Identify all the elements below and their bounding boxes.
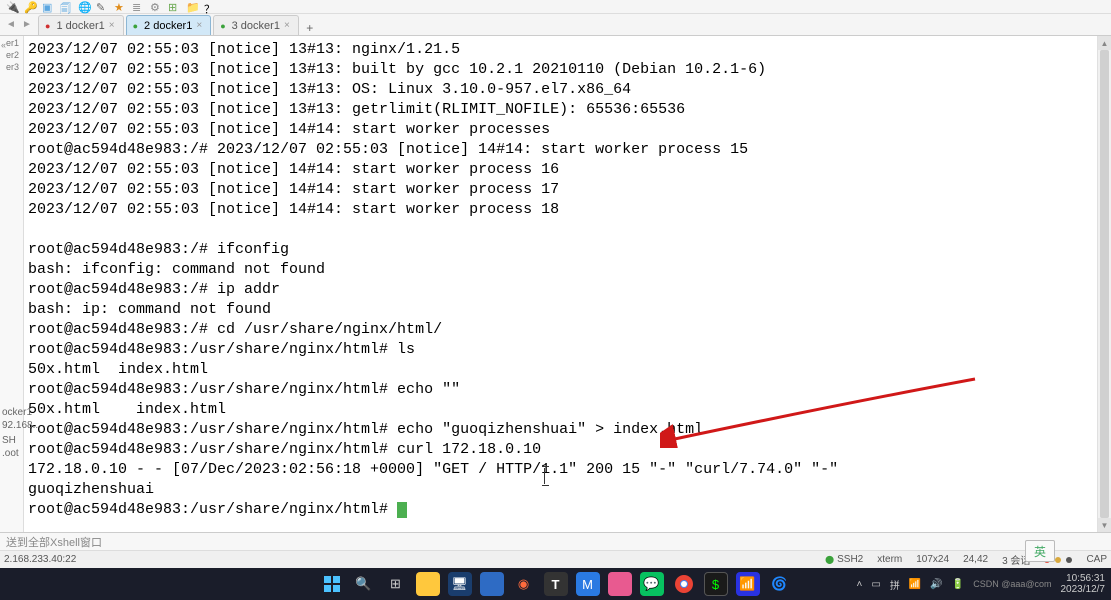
network-icon[interactable]: ⊞	[168, 1, 180, 13]
tab-docker1-1[interactable]: 1 docker1 ×	[38, 15, 124, 35]
session-list-crop: ocker1 92.168... SH .oot	[0, 406, 42, 460]
app-pink-icon[interactable]	[608, 572, 632, 596]
status-pos: 24,42	[963, 554, 988, 565]
start-button[interactable]	[320, 572, 344, 596]
tray-sound-icon[interactable]: 🔊	[930, 579, 942, 590]
key-icon[interactable]: 🔑	[24, 1, 36, 13]
terminal-area[interactable]: 2023/12/07 02:55:03 [notice] 13#13: ngin…	[24, 36, 1111, 532]
copy-icon[interactable]: 🗐	[60, 1, 72, 13]
explorer-icon[interactable]	[416, 572, 440, 596]
terminal-output[interactable]: 2023/12/07 02:55:03 [notice] 13#13: ngin…	[24, 36, 1111, 532]
session-icon[interactable]: ▣	[42, 1, 54, 13]
settings-icon[interactable]: ⚙	[150, 1, 162, 13]
scroll-down-icon[interactable]: ▼	[1098, 518, 1111, 532]
tab-docker1-2[interactable]: 2 docker1 ×	[126, 15, 212, 35]
broadcast-hint: 送到全部Xshell窗口	[6, 534, 102, 550]
watermark: CSDN @aaa@com	[973, 579, 1051, 589]
tab-label: 2 docker1	[144, 20, 192, 32]
help-icon[interactable]: ？	[204, 1, 216, 13]
tab-docker1-3[interactable]: 3 docker1 ×	[213, 15, 299, 35]
scrollbar-thumb[interactable]	[1100, 50, 1109, 518]
tray-battery-icon[interactable]: ▭	[871, 579, 880, 590]
terminal-cursor	[397, 502, 407, 518]
system-tray: ˄ ▭ 拼 📶 🔊 🔋 CSDN @aaa@com 10:56:31 2023/…	[857, 573, 1105, 595]
typora-icon[interactable]: T	[544, 572, 568, 596]
nav-fwd-icon[interactable]: ►	[20, 17, 34, 31]
vmware-icon[interactable]: 🖥	[448, 572, 472, 596]
baidu-icon[interactable]: 📶	[736, 572, 760, 596]
db-icon[interactable]: ≣	[132, 1, 144, 13]
status-size: 107x24	[916, 554, 949, 565]
nav-back-icon[interactable]: ◄	[4, 17, 18, 31]
command-broadcast-bar[interactable]: 送到全部Xshell窗口	[0, 532, 1111, 550]
star-icon[interactable]: ★	[114, 1, 126, 13]
vbox-icon[interactable]	[480, 572, 504, 596]
side-expand-icon[interactable]: «	[0, 38, 23, 52]
tray-wifi-icon[interactable]: 📶	[909, 579, 921, 590]
wechat-icon[interactable]: 💬	[640, 572, 664, 596]
markdown-icon[interactable]: M	[576, 572, 600, 596]
taskview-icon[interactable]: ⊞	[384, 572, 408, 596]
status-cap: CAP	[1086, 554, 1107, 565]
tray-lang-icon[interactable]: 拼	[890, 577, 900, 592]
status-term: xterm	[877, 554, 902, 565]
edit-icon[interactable]: ✎	[96, 1, 108, 13]
close-icon[interactable]: ×	[284, 20, 290, 31]
globe-icon[interactable]: 🌐	[78, 1, 90, 13]
status-bar: 2.168.233.40:22 SSH2 xterm 107x24 24,42 …	[0, 550, 1111, 568]
scroll-up-icon[interactable]: ▲	[1098, 36, 1111, 50]
status-ssh: SSH2	[825, 554, 863, 565]
close-icon[interactable]: ×	[109, 20, 115, 31]
chrome-icon[interactable]	[672, 572, 696, 596]
main-area: « 2023/12/07 02:55:03 [notice] 13#13: ng…	[0, 36, 1111, 532]
tab-label: 1 docker1	[56, 20, 104, 32]
tab-label: 3 docker1	[232, 20, 280, 32]
close-icon[interactable]: ×	[196, 20, 202, 31]
tray-up-icon[interactable]: ˄	[857, 579, 863, 590]
toolbar: 🔌 🔑 ▣ 🗐 🌐 ✎ ★ ≣ ⚙ ⊞ 📁 ？	[0, 0, 1111, 14]
tray-power-icon[interactable]: 🔋	[952, 579, 964, 590]
folder-icon[interactable]: 📁	[186, 1, 198, 13]
edge-icon[interactable]: 🌀	[768, 572, 792, 596]
ime-indicator[interactable]: 英	[1025, 540, 1055, 562]
add-tab-button[interactable]: +	[301, 21, 319, 35]
connect-icon[interactable]: 🔌	[6, 1, 18, 13]
tab-bar: ◄ ► 1 docker1 × 2 docker1 × 3 docker1 × …	[0, 14, 1111, 36]
clock[interactable]: 10:56:31 2023/12/7	[1061, 573, 1106, 595]
search-icon[interactable]: 🔍	[352, 572, 376, 596]
todesk-icon[interactable]: ◉	[512, 572, 536, 596]
status-ip: 2.168.233.40:22	[4, 554, 76, 565]
taskbar: 🔍 ⊞ 🖥 ◉ T M 💬 $ 📶 🌀 ˄ ▭ 拼 📶 🔊 🔋 CSDN @aa…	[0, 568, 1111, 600]
xshell-icon[interactable]: $	[704, 572, 728, 596]
scrollbar[interactable]: ▲ ▼	[1097, 36, 1111, 532]
